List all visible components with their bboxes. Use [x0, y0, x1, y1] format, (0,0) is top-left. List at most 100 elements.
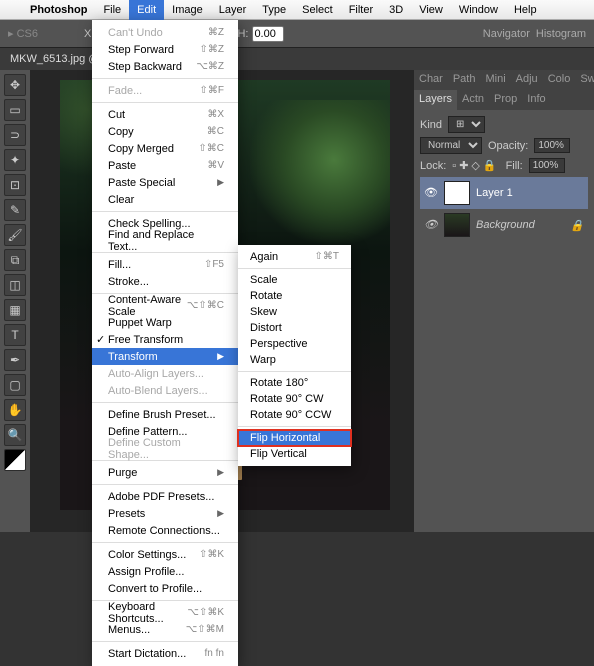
submenu-item-flip-horizontal[interactable]: Flip Horizontal	[238, 430, 351, 446]
menu-image[interactable]: Image	[164, 0, 211, 20]
tab-actions[interactable]: Actn	[457, 90, 489, 110]
kind-label: Kind	[420, 119, 442, 131]
zoom-tool[interactable]: 🔍	[4, 424, 26, 446]
menu-3d[interactable]: 3D	[381, 0, 411, 20]
visibility-icon[interactable]: 👁	[424, 186, 438, 200]
menu-item-stroke[interactable]: Stroke...	[92, 273, 238, 290]
navigator-collapsed[interactable]: Navigator	[483, 28, 530, 40]
menu-item-color-settings[interactable]: Color Settings...⇧⌘K	[92, 546, 238, 563]
menu-layer[interactable]: Layer	[211, 0, 255, 20]
submenu-item-rotate-90-cw[interactable]: Rotate 90° CW	[238, 391, 351, 407]
tab-info[interactable]: Info	[522, 90, 550, 110]
submenu-item-rotate-180[interactable]: Rotate 180°	[238, 375, 351, 391]
eyedropper-tool[interactable]: ✎	[4, 199, 26, 221]
type-tool[interactable]: T	[4, 324, 26, 346]
submenu-item-rotate-90-ccw[interactable]: Rotate 90° CCW	[238, 407, 351, 423]
layers-panel: Kind ⊞ Normal Opacity: Lock: ▫✚◇🔒 Fill: …	[414, 110, 594, 247]
lock-label: Lock:	[420, 160, 446, 172]
lock-icons[interactable]: ▫✚◇🔒	[452, 159, 499, 172]
lasso-tool[interactable]: ⊃	[4, 124, 26, 146]
menu-item-step-forward[interactable]: Step Forward⇧⌘Z	[92, 41, 238, 58]
menu-item-copy[interactable]: Copy⌘C	[92, 123, 238, 140]
shape-tool[interactable]: ▢	[4, 374, 26, 396]
system-menubar: Photoshop File Edit Image Layer Type Sel…	[0, 0, 594, 20]
histogram-collapsed[interactable]: Histogram	[536, 28, 586, 40]
submenu-item-warp[interactable]: Warp	[238, 352, 351, 368]
submenu-item-rotate[interactable]: Rotate	[238, 288, 351, 304]
opacity-field[interactable]	[534, 138, 570, 153]
menu-item-cut[interactable]: Cut⌘X	[92, 106, 238, 123]
menu-item-paste[interactable]: Paste⌘V	[92, 157, 238, 174]
stamp-tool[interactable]: ⧉	[4, 249, 26, 271]
menu-item-fill[interactable]: Fill...⇧F5	[92, 256, 238, 273]
tab-adju[interactable]: Adju	[511, 70, 543, 90]
pen-tool[interactable]: ✒	[4, 349, 26, 371]
menu-item-auto-align-layers: Auto-Align Layers...	[92, 365, 238, 382]
menu-type[interactable]: Type	[254, 0, 294, 20]
submenu-item-distort[interactable]: Distort	[238, 320, 351, 336]
lock-icon: 🔒	[570, 219, 584, 232]
submenu-item-scale[interactable]: Scale	[238, 272, 351, 288]
menu-item-step-backward[interactable]: Step Backward⌥⌘Z	[92, 58, 238, 75]
menu-item-can-t-undo: Can't Undo⌘Z	[92, 24, 238, 41]
eraser-tool[interactable]: ◫	[4, 274, 26, 296]
wand-tool[interactable]: ✦	[4, 149, 26, 171]
menu-window[interactable]: Window	[451, 0, 506, 20]
tab-path[interactable]: Path	[448, 70, 481, 90]
menu-item-purge[interactable]: Purge▶	[92, 464, 238, 481]
h-field[interactable]	[252, 26, 284, 42]
menu-item-transform[interactable]: Transform▶	[92, 348, 238, 365]
tab-char[interactable]: Char	[414, 70, 448, 90]
layer-row-layer1[interactable]: 👁 Layer 1	[420, 177, 588, 209]
submenu-item-flip-vertical[interactable]: Flip Vertical	[238, 446, 351, 462]
app-name[interactable]: Photoshop	[22, 4, 95, 16]
tab-swat[interactable]: Swat	[575, 70, 594, 90]
menu-item-puppet-warp[interactable]: Puppet Warp	[92, 314, 238, 331]
menu-item-paste-special[interactable]: Paste Special▶	[92, 174, 238, 191]
menu-item-remote-connections[interactable]: Remote Connections...	[92, 522, 238, 539]
submenu-item-perspective[interactable]: Perspective	[238, 336, 351, 352]
menu-item-find-and-replace-text[interactable]: Find and Replace Text...	[92, 232, 238, 249]
move-tool[interactable]: ✥	[4, 74, 26, 96]
visibility-icon[interactable]: 👁	[424, 218, 438, 232]
layer-row-background[interactable]: 👁 Background 🔒	[420, 209, 588, 241]
menu-item-presets[interactable]: Presets▶	[92, 505, 238, 522]
menu-item-adobe-pdf-presets[interactable]: Adobe PDF Presets...	[92, 488, 238, 505]
menu-item-clear[interactable]: Clear	[92, 191, 238, 208]
submenu-item-skew[interactable]: Skew	[238, 304, 351, 320]
menu-help[interactable]: Help	[506, 0, 545, 20]
tab-properties[interactable]: Prop	[489, 90, 522, 110]
menu-item-define-brush-preset[interactable]: Define Brush Preset...	[92, 406, 238, 423]
layer-thumbnail	[444, 213, 470, 237]
menu-item-assign-profile[interactable]: Assign Profile...	[92, 563, 238, 580]
menu-item-content-aware-scale[interactable]: Content-Aware Scale⌥⇧⌘C	[92, 297, 238, 314]
menu-select[interactable]: Select	[294, 0, 341, 20]
app-title-fragment: ▸ CS6	[8, 27, 38, 40]
menu-view[interactable]: View	[411, 0, 451, 20]
transform-submenu: Again⇧⌘TScaleRotateSkewDistortPerspectiv…	[238, 245, 351, 466]
hand-tool[interactable]: ✋	[4, 399, 26, 421]
kind-filter[interactable]: ⊞	[448, 116, 485, 133]
menu-item-start-dictation[interactable]: Start Dictation...fn fn	[92, 645, 238, 662]
gradient-tool[interactable]: ▦	[4, 299, 26, 321]
foreground-background-swatch[interactable]	[4, 449, 26, 471]
marquee-tool[interactable]: ▭	[4, 99, 26, 121]
menu-filter[interactable]: Filter	[341, 0, 381, 20]
h-label: H:	[237, 28, 248, 40]
tab-colo[interactable]: Colo	[543, 70, 576, 90]
menu-file[interactable]: File	[95, 0, 129, 20]
tab-layers[interactable]: Layers	[414, 90, 457, 110]
tools-panel: ✥ ▭ ⊃ ✦ ⊡ ✎ 🖌 ⧉ ◫ ▦ T ✒ ▢ ✋ 🔍	[0, 70, 30, 532]
crop-tool[interactable]: ⊡	[4, 174, 26, 196]
edit-menu-dropdown: Can't Undo⌘ZStep Forward⇧⌘ZStep Backward…	[92, 20, 238, 666]
menu-item-copy-merged[interactable]: Copy Merged⇧⌘C	[92, 140, 238, 157]
upper-panel-tabs: Char Path Mini Adju Colo Swat	[414, 70, 594, 90]
menu-item-free-transform[interactable]: Free Transform	[92, 331, 238, 348]
brush-tool[interactable]: 🖌	[4, 224, 26, 246]
tab-mini[interactable]: Mini	[480, 70, 510, 90]
menu-item-keyboard-shortcuts[interactable]: Keyboard Shortcuts...⌥⇧⌘K	[92, 604, 238, 621]
menu-item-convert-to-profile[interactable]: Convert to Profile...	[92, 580, 238, 597]
fill-field[interactable]	[529, 158, 565, 173]
menu-edit[interactable]: Edit	[129, 0, 164, 20]
blend-mode-select[interactable]: Normal	[420, 137, 482, 154]
